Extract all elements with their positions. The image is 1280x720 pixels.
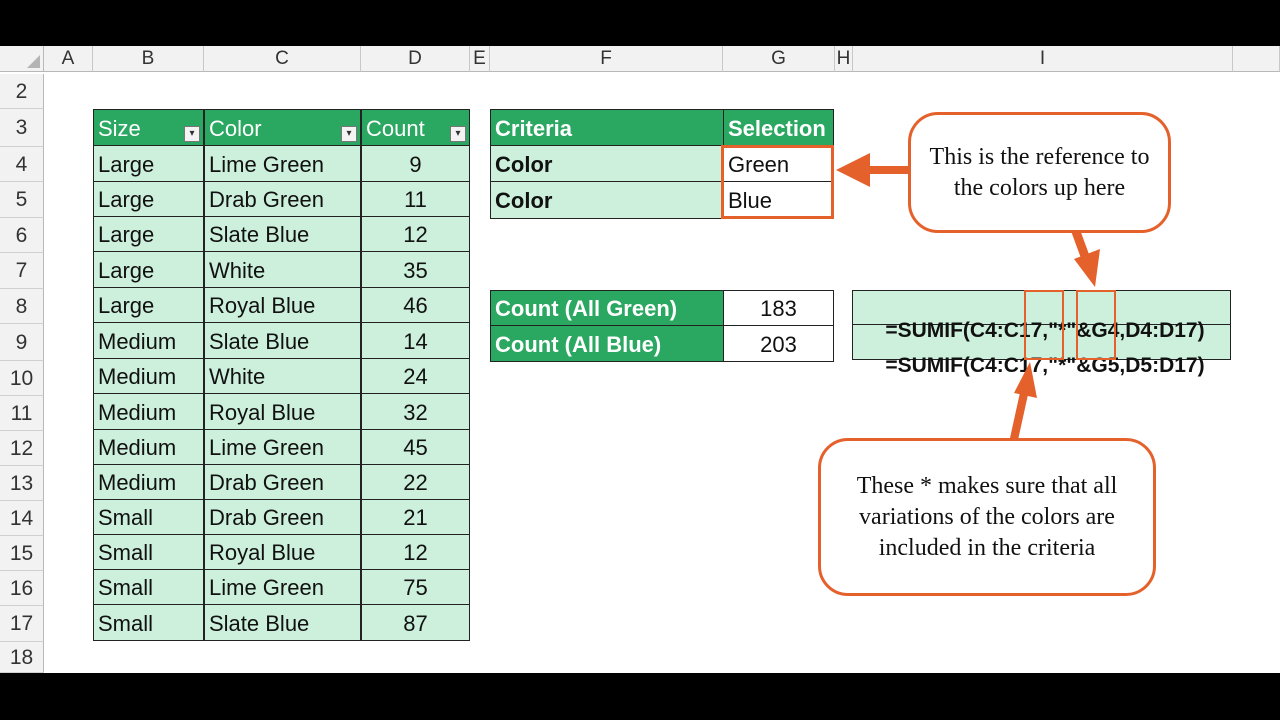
table-cell[interactable]: Large — [93, 181, 204, 217]
header-color-label: Color — [209, 116, 262, 141]
table-cell[interactable]: Small — [93, 534, 204, 570]
column-header-a[interactable]: A — [44, 46, 93, 72]
table-cell[interactable]: Small — [93, 499, 204, 535]
wildcard-highlight-box — [1024, 290, 1064, 360]
column-header-g[interactable]: G — [723, 46, 835, 72]
column-header-filler — [1233, 46, 1280, 72]
criteria-header[interactable]: Criteria — [490, 109, 724, 146]
table-cell[interactable]: 14 — [361, 322, 470, 359]
column-header-h[interactable]: H — [835, 46, 853, 72]
row-header-3[interactable]: 3 — [0, 109, 44, 147]
row-header-8[interactable]: 8 — [0, 289, 44, 324]
table-cell[interactable]: Medium — [93, 358, 204, 394]
table-cell[interactable]: 46 — [361, 287, 470, 323]
row-header-15[interactable]: 15 — [0, 536, 44, 571]
row-header-12[interactable]: 12 — [0, 431, 44, 466]
table-cell[interactable]: 11 — [361, 181, 470, 217]
count-label[interactable]: Count (All Blue) — [490, 325, 724, 362]
callout-reference-text: This is the reference to the colors up h… — [929, 143, 1150, 201]
header-count[interactable]: Count ▾ — [361, 109, 470, 146]
column-header-i[interactable]: I — [853, 46, 1233, 72]
row-header-9[interactable]: 9 — [0, 324, 44, 361]
row-header-18[interactable]: 18 — [0, 642, 44, 673]
row-header-7[interactable]: 7 — [0, 253, 44, 289]
table-cell[interactable]: Drab Green — [204, 464, 361, 500]
count-value[interactable]: 203 — [723, 325, 834, 362]
header-color[interactable]: Color ▾ — [204, 109, 361, 146]
row-header-6[interactable]: 6 — [0, 218, 44, 253]
row-header-16[interactable]: 16 — [0, 571, 44, 606]
table-cell[interactable]: 12 — [361, 216, 470, 252]
criteria-label[interactable]: Color — [490, 181, 724, 219]
row-header-10[interactable]: 10 — [0, 361, 44, 396]
table-cell[interactable]: Small — [93, 569, 204, 605]
filter-dropdown-icon[interactable]: ▾ — [184, 126, 200, 142]
column-header-f[interactable]: F — [490, 46, 723, 72]
table-cell[interactable]: Medium — [93, 322, 204, 359]
table-cell[interactable]: Royal Blue — [204, 393, 361, 430]
selection-highlight-box — [721, 145, 834, 219]
header-size[interactable]: Size ▾ — [93, 109, 204, 146]
criteria-label[interactable]: Color — [490, 145, 724, 182]
column-header-e[interactable]: E — [470, 46, 490, 72]
formula-part-e: D5:D17) — [1125, 354, 1205, 377]
table-cell[interactable]: Medium — [93, 429, 204, 465]
table-cell[interactable]: Royal Blue — [204, 534, 361, 570]
row-header-14[interactable]: 14 — [0, 501, 44, 536]
reference-highlight-box — [1076, 290, 1116, 360]
table-cell[interactable]: 87 — [361, 604, 470, 641]
select-all-corner[interactable] — [0, 46, 44, 72]
table-cell[interactable]: Medium — [93, 393, 204, 430]
table-cell[interactable]: White — [204, 251, 361, 288]
column-header-c[interactable]: C — [204, 46, 361, 72]
table-cell[interactable]: Slate Blue — [204, 604, 361, 641]
table-cell[interactable]: Drab Green — [204, 499, 361, 535]
table-cell[interactable]: Slate Blue — [204, 216, 361, 252]
column-header-d[interactable]: D — [361, 46, 470, 72]
table-cell[interactable]: Large — [93, 287, 204, 323]
row-header-4[interactable]: 4 — [0, 147, 44, 182]
table-cell[interactable]: Lime Green — [204, 145, 361, 182]
row-header-17[interactable]: 17 — [0, 606, 44, 642]
filter-dropdown-icon[interactable]: ▾ — [450, 126, 466, 142]
table-cell[interactable]: Royal Blue — [204, 287, 361, 323]
table-cell[interactable]: 24 — [361, 358, 470, 394]
table-cell[interactable]: Drab Green — [204, 181, 361, 217]
row-header-11[interactable]: 11 — [0, 396, 44, 431]
header-count-label: Count — [366, 116, 425, 141]
table-cell[interactable]: Large — [93, 251, 204, 288]
table-cell[interactable]: Large — [93, 145, 204, 182]
table-cell[interactable]: Slate Blue — [204, 322, 361, 359]
table-cell[interactable]: 75 — [361, 569, 470, 605]
filter-dropdown-icon[interactable]: ▾ — [341, 126, 357, 142]
row-header-5[interactable]: 5 — [0, 182, 44, 218]
table-cell[interactable]: Large — [93, 216, 204, 252]
select-all-icon — [27, 55, 40, 68]
table-cell[interactable]: 22 — [361, 464, 470, 500]
table-cell[interactable]: 32 — [361, 393, 470, 430]
arrow-to-reference-icon — [1071, 227, 1100, 287]
table-cell[interactable]: Medium — [93, 464, 204, 500]
column-header-b[interactable]: B — [93, 46, 204, 72]
table-cell[interactable]: 21 — [361, 499, 470, 535]
callout-reference-note: This is the reference to the colors up h… — [908, 112, 1171, 233]
count-label[interactable]: Count (All Green) — [490, 290, 724, 326]
table-cell[interactable]: 9 — [361, 145, 470, 182]
table-cell[interactable]: 12 — [361, 534, 470, 570]
table-cell[interactable]: White — [204, 358, 361, 394]
table-cell[interactable]: 35 — [361, 251, 470, 288]
header-size-label: Size — [98, 116, 141, 141]
table-cell[interactable]: Lime Green — [204, 569, 361, 605]
table-cell[interactable]: Lime Green — [204, 429, 361, 465]
table-cell[interactable]: Small — [93, 604, 204, 641]
row-header-2[interactable]: 2 — [0, 74, 44, 109]
table-cell[interactable]: 45 — [361, 429, 470, 465]
criteria-header[interactable]: Selection — [723, 109, 834, 146]
arrow-to-selection-icon — [836, 153, 910, 187]
callout-wildcard-note: These * makes sure that all variations o… — [818, 438, 1156, 596]
row-header-13[interactable]: 13 — [0, 466, 44, 501]
spreadsheet-grid: ABCDEFGHI Size ▾ Color ▾ Count ▾ Large Lime Gre… — [0, 46, 1280, 673]
callout-wildcard-text: These * makes sure that all variations o… — [856, 472, 1118, 561]
count-value[interactable]: 183 — [723, 290, 834, 326]
